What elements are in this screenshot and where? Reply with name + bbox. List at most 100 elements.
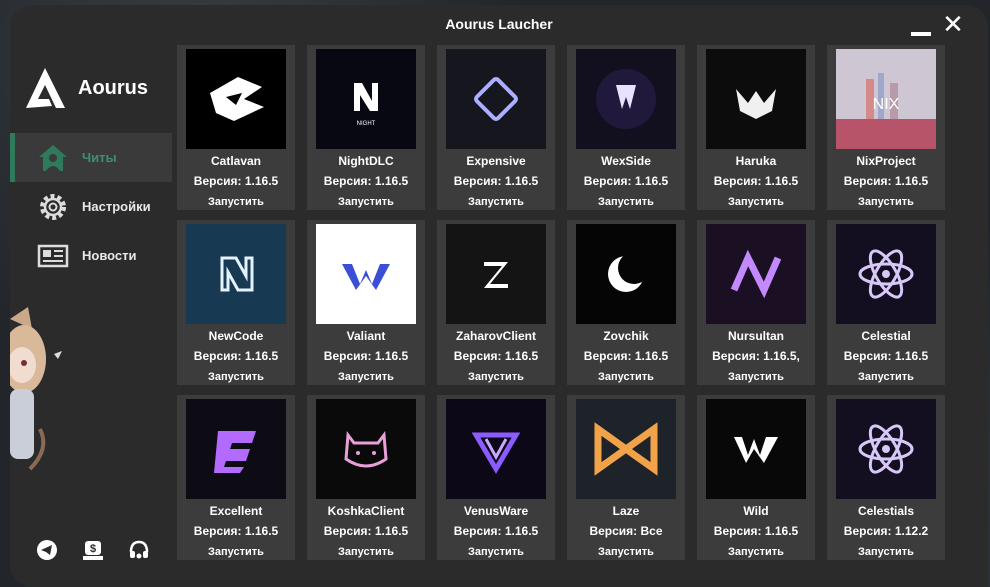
cheat-name: NightDLC [338, 154, 394, 168]
cheat-version: Версия: Все [589, 524, 663, 538]
newspaper-icon [36, 239, 70, 273]
svg-text:NIGHT: NIGHT [357, 121, 376, 127]
cheat-name: KoshkaClient [327, 504, 405, 518]
cheat-name: Celestials [857, 504, 915, 518]
cheats-grid: Catlavan Версия: 1.16.5 Запустить NIGHT … [172, 41, 988, 587]
haruka-logo[interactable] [706, 49, 806, 149]
zaharov-logo[interactable] [446, 224, 546, 324]
cheat-version: Версия: 1.16.5, [712, 349, 800, 363]
sidebar-item-cheats[interactable]: Читы [10, 133, 172, 182]
launch-button[interactable]: Запустить [208, 196, 264, 208]
launch-button[interactable]: Запустить [728, 196, 784, 208]
cheat-version: Версия: 1.16.5 [193, 524, 279, 538]
cheat-name: Haruka [735, 154, 777, 168]
launch-button[interactable]: Запустить [338, 546, 394, 558]
nightdlc-logo[interactable]: NIGHT [316, 49, 416, 149]
sidebar-item-label: Новости [82, 248, 137, 263]
celestials-logo[interactable] [836, 399, 936, 499]
cheat-version: Версия: 1.16.5 [323, 349, 409, 363]
newcode-logo[interactable] [186, 224, 286, 324]
launch-button[interactable]: Запустить [598, 196, 654, 208]
wild-logo[interactable] [706, 399, 806, 499]
cheat-version: Версия: 1.16.5 [193, 349, 279, 363]
sidebar-nav: Читы Настройки Новости [10, 133, 172, 280]
support-icon[interactable] [128, 539, 150, 561]
launch-button[interactable]: Запустить [728, 546, 784, 558]
excellent-logo[interactable] [186, 399, 286, 499]
cheat-version: Версия: 1.16.5 [193, 174, 279, 188]
launch-button[interactable]: Запустить [858, 546, 914, 558]
expensive-logo[interactable] [446, 49, 546, 149]
cheat-name: Catlavan [210, 154, 262, 168]
close-button[interactable]: ✕ [940, 11, 966, 37]
catlavan-logo[interactable] [186, 49, 286, 149]
cheat-card: Valiant Версия: 1.16.5 Запустить [307, 220, 425, 385]
launch-button[interactable]: Запустить [468, 196, 524, 208]
launch-button[interactable]: Запустить [338, 196, 394, 208]
cheat-card: NIGHT NightDLC Версия: 1.16.5 Запустить [307, 45, 425, 210]
launch-button[interactable]: Запустить [598, 546, 654, 558]
cheat-version: Версия: 1.16.5 [713, 174, 799, 188]
window-title: Aourus Laucher [445, 16, 553, 32]
brand: Aourus [22, 65, 148, 111]
cheat-card: Wild Версия: 1.16.5 Запустить [697, 395, 815, 560]
cheat-card: Expensive Версия: 1.16.5 Запустить [437, 45, 555, 210]
cheat-card: Nursultan Версия: 1.16.5, Запустить [697, 220, 815, 385]
wexside-logo[interactable] [576, 49, 676, 149]
sidebar-item-settings[interactable]: Настройки [10, 182, 172, 231]
launch-button[interactable]: Запустить [468, 371, 524, 383]
svg-text:$: $ [90, 543, 96, 555]
cheat-card: WexSide Версия: 1.16.5 Запустить [567, 45, 685, 210]
valiant-logo[interactable] [316, 224, 416, 324]
cheat-card: Haruka Версия: 1.16.5 Запустить [697, 45, 815, 210]
launch-button[interactable]: Запустить [338, 371, 394, 383]
minimize-button[interactable] [908, 13, 934, 39]
cheat-version: Версия: 1.16.5 [843, 174, 929, 188]
cheat-name: ZaharovClient [455, 329, 536, 343]
nursultan-logo[interactable] [706, 224, 806, 324]
cheat-name: Zovchik [603, 329, 649, 343]
launch-button[interactable]: Запустить [858, 196, 914, 208]
launch-button[interactable]: Запустить [468, 546, 524, 558]
cheat-name: Wild [743, 504, 769, 518]
sidebar-item-news[interactable]: Новости [10, 231, 172, 280]
social-links: $ [36, 539, 150, 561]
close-icon: ✕ [942, 9, 964, 39]
minimize-icon [911, 32, 931, 36]
gear-icon [36, 190, 70, 224]
title-bar[interactable]: Aourus Laucher [10, 5, 988, 41]
launch-button[interactable]: Запустить [208, 371, 264, 383]
launch-button[interactable]: Запустить [728, 371, 784, 383]
cheat-name: WexSide [601, 154, 651, 168]
cheat-version: Версия: 1.16.5 [583, 349, 669, 363]
cheat-card: VenusWare Версия: 1.16.5 Запустить [437, 395, 555, 560]
donate-icon[interactable]: $ [82, 539, 104, 561]
cheat-version: Версия: 1.16.5 [843, 349, 929, 363]
brand-name: Aourus [78, 76, 148, 99]
sidebar-item-label: Настройки [82, 199, 151, 214]
cheat-version: Версия: 1.16.5 [453, 174, 539, 188]
zovchik-logo[interactable] [576, 224, 676, 324]
cheat-name: Expensive [466, 154, 526, 168]
cheat-name: Celestial [861, 329, 911, 343]
launch-button[interactable]: Запустить [858, 371, 914, 383]
koshka-logo[interactable] [316, 399, 416, 499]
nixproject-logo[interactable]: NIX [836, 49, 936, 149]
launch-button[interactable]: Запустить [208, 546, 264, 558]
celestial-logo[interactable] [836, 224, 936, 324]
cheat-version: Версия: 1.16.5 [453, 349, 539, 363]
sidebar: Aourus Читы Настройки Новости $ [10, 41, 172, 587]
cheat-version: Версия: 1.16.5 [583, 174, 669, 188]
cheat-name: NewCode [208, 329, 264, 343]
cheat-name: Valiant [346, 329, 386, 343]
svg-text:NIX: NIX [873, 96, 900, 113]
cheat-version: Версия: 1.16.5 [323, 524, 409, 538]
cheat-card: Celestials Версия: 1.12.2 Запустить [827, 395, 945, 560]
sidebar-item-label: Читы [82, 150, 117, 165]
venusware-logo[interactable] [446, 399, 546, 499]
mascot-image [10, 307, 62, 471]
launch-button[interactable]: Запустить [598, 371, 654, 383]
cheat-card: Celestial Версия: 1.16.5 Запустить [827, 220, 945, 385]
telegram-icon[interactable] [36, 539, 58, 561]
laze-logo[interactable] [576, 399, 676, 499]
